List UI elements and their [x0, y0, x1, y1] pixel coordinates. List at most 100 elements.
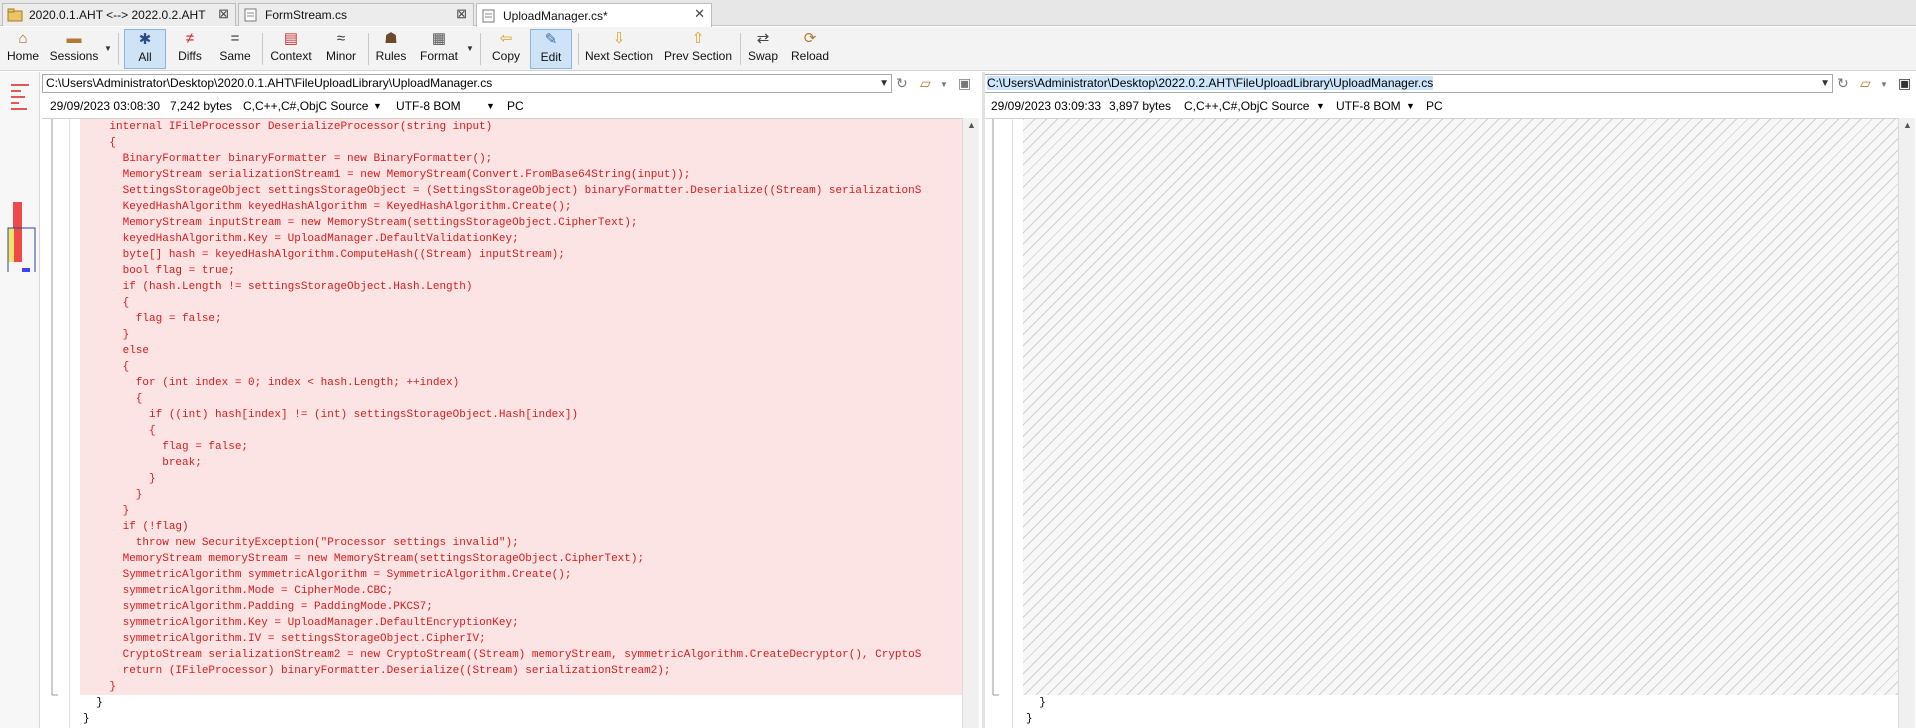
left-file-info: 29/09/2023 03:08:30 7,242 bytes C,C++,C#…: [42, 97, 982, 115]
prev-section-button[interactable]: ⇧ Prev Section: [662, 29, 734, 69]
scroll-up-icon[interactable]: ▲: [1903, 120, 1912, 130]
chevron-down-icon[interactable]: ▼: [373, 97, 382, 115]
same-button[interactable]: = Same: [214, 29, 256, 69]
left-file-date: 29/09/2023 03:08:30: [50, 99, 161, 113]
chevron-down-icon[interactable]: ▼: [1880, 80, 1888, 89]
save-icon[interactable]: ▣: [1898, 75, 1911, 92]
fold-bracket: [992, 119, 999, 696]
scroll-up-icon[interactable]: ▲: [967, 120, 976, 130]
code-line-removed: SettingsStorageObject settingsStorageObj…: [80, 183, 962, 199]
tab-uploadmanager[interactable]: UploadManager.cs* ✕: [476, 3, 712, 27]
chevron-down-icon[interactable]: ▼: [940, 80, 948, 89]
format-button[interactable]: ▦ Format: [414, 29, 464, 69]
history-icon[interactable]: ↻: [1837, 75, 1849, 92]
chevron-down-icon[interactable]: ▼: [1820, 75, 1830, 92]
code-line-removed: symmetricAlgorithm.Mode = CipherMode.CBC…: [80, 583, 962, 599]
sessions-button[interactable]: ▬ Sessions: [48, 29, 100, 69]
code-line-removed: flag = false;: [80, 311, 962, 327]
code-line-removed: symmetricAlgorithm.Key = UploadManager.D…: [80, 615, 962, 631]
swap-icon: ⇄: [756, 30, 770, 47]
equal-icon: =: [230, 30, 240, 47]
missing-lines-placeholder: [1023, 119, 1898, 695]
code-line-removed: BinaryFormatter binaryFormatter = new Bi…: [80, 151, 962, 167]
context-button[interactable]: ▤ Context: [266, 29, 316, 69]
code-line-removed: SymmetricAlgorithm symmetricAlgorithm = …: [80, 567, 962, 583]
format-dropdown-icon[interactable]: ▼: [466, 44, 474, 53]
left-code-pane[interactable]: internal IFileProcessor DeserializeProce…: [42, 118, 962, 728]
right-file-encoding[interactable]: UTF-8 BOM: [1336, 97, 1401, 115]
briefcase-icon: ▬: [66, 30, 82, 47]
right-file-lineend[interactable]: PC: [1426, 97, 1443, 115]
right-path-field[interactable]: C:\Users\Administrator\Desktop\2022.0.2.…: [983, 74, 1833, 93]
right-scrollbar[interactable]: ▲: [1898, 118, 1915, 728]
code-line-removed: {: [80, 135, 962, 151]
home-button[interactable]: ⌂ Home: [4, 29, 42, 69]
open-folder-icon[interactable]: ▱: [920, 75, 931, 92]
code-line-removed: return (IFileProcessor) binaryFormatter.…: [80, 663, 962, 679]
left-file-lineend[interactable]: PC: [507, 97, 524, 115]
code-line-removed: {: [80, 359, 962, 375]
right-code-pane[interactable]: }}: [985, 118, 1898, 728]
code-line-removed: if (hash.Length != settingsStorageObject…: [80, 279, 962, 295]
code-line-removed: {: [80, 423, 962, 439]
left-gutter: [42, 119, 70, 728]
close-icon[interactable]: ⊠: [218, 6, 229, 22]
toolbar-separator: [740, 33, 741, 65]
close-icon[interactable]: ⊠: [456, 6, 467, 22]
context-icon: ▤: [283, 30, 299, 47]
not-equal-icon: ≠: [185, 30, 195, 47]
save-icon[interactable]: ▣: [958, 75, 971, 92]
left-path-field[interactable]: C:\Users\Administrator\Desktop\2020.0.1.…: [42, 74, 892, 93]
diff-overview[interactable]: [0, 72, 40, 728]
edit-button[interactable]: ✎ Edit: [530, 29, 572, 69]
tab-label: FormStream.cs: [265, 8, 348, 22]
minor-button[interactable]: ≈ Minor: [320, 29, 362, 69]
code-line-removed: if ((int) hash[index] != (int) settingsS…: [80, 407, 962, 423]
sessions-dropdown-icon[interactable]: ▼: [104, 44, 112, 53]
arrow-up-icon: ⇧: [691, 30, 705, 47]
right-file-size: 3,897 bytes: [1109, 99, 1172, 113]
left-file-format[interactable]: C,C++,C#,ObjC Source: [243, 97, 368, 115]
folder-compare-icon: [7, 8, 23, 22]
left-scrollbar[interactable]: ▲: [962, 118, 979, 728]
tab-session[interactable]: 2020.0.1.AHT <--> 2022.0.2.AHT ⊠: [2, 3, 236, 26]
open-folder-icon[interactable]: ▱: [1860, 75, 1871, 92]
chevron-down-icon[interactable]: ▼: [1406, 97, 1415, 115]
code-line-removed: KeyedHashAlgorithm keyedHashAlgorithm = …: [80, 199, 962, 215]
code-line-removed: }: [80, 471, 962, 487]
code-line-removed: symmetricAlgorithm.IV = settingsStorageO…: [80, 631, 962, 647]
rules-button[interactable]: ☗ Rules: [372, 29, 410, 69]
tab-label: 2020.0.1.AHT <--> 2022.0.2.AHT: [29, 8, 206, 22]
swap-button[interactable]: ⇄ Swap: [744, 29, 782, 69]
left-file-encoding[interactable]: UTF-8 BOM: [396, 97, 461, 115]
reload-button[interactable]: ⟳ Reload: [788, 29, 832, 69]
code-line-removed: throw new SecurityException("Processor s…: [80, 535, 962, 551]
history-icon[interactable]: ↻: [896, 75, 908, 92]
code-line-removed: else: [80, 343, 962, 359]
approx-icon: ≈: [336, 30, 346, 47]
diffs-button[interactable]: ≠ Diffs: [170, 29, 210, 69]
copy-button[interactable]: ⇦ Copy: [486, 29, 526, 69]
close-icon[interactable]: ✕: [694, 6, 705, 22]
right-path-text: C:\Users\Administrator\Desktop\2022.0.2.…: [987, 76, 1434, 90]
toolbar-separator: [368, 33, 369, 65]
code-line: }: [83, 713, 90, 725]
left-code-text[interactable]: internal IFileProcessor DeserializeProce…: [80, 119, 962, 728]
chevron-down-icon[interactable]: ▼: [486, 97, 495, 115]
code-line: }: [1026, 713, 1033, 725]
tab-label: UploadManager.cs*: [503, 8, 608, 23]
toolbar-separator: [480, 33, 481, 65]
right-code-text[interactable]: }}: [1023, 695, 1898, 728]
right-file-format[interactable]: C,C++,C#,ObjC Source: [1184, 97, 1309, 115]
reload-icon: ⟳: [803, 30, 817, 47]
code-line-removed: byte[] hash = keyedHashAlgorithm.Compute…: [80, 247, 962, 263]
chevron-down-icon[interactable]: ▼: [879, 75, 889, 92]
file-compare-icon: [243, 8, 259, 22]
next-section-button[interactable]: ⇩ Next Section: [582, 29, 656, 69]
left-path-text: C:\Users\Administrator\Desktop\2020.0.1.…: [46, 76, 493, 90]
all-button[interactable]: ✱ All: [124, 29, 166, 69]
code-line-removed: keyedHashAlgorithm.Key = UploadManager.D…: [80, 231, 962, 247]
toolbar-separator: [118, 33, 119, 65]
tab-formstream[interactable]: FormStream.cs ⊠: [238, 3, 474, 26]
chevron-down-icon[interactable]: ▼: [1316, 97, 1325, 115]
